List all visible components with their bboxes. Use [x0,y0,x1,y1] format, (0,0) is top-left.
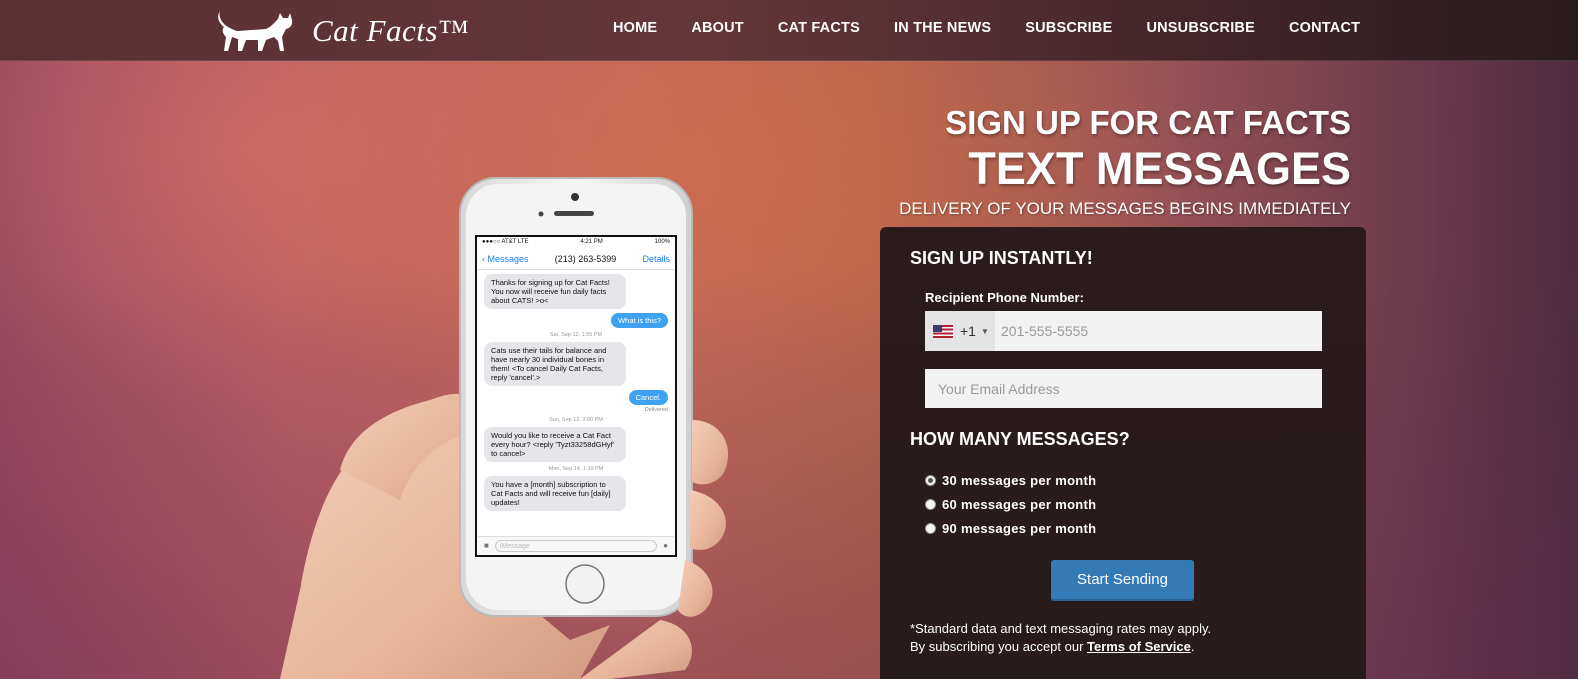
option-label: 90 messages per month [942,521,1097,536]
caret-down-icon: ▼ [980,326,989,336]
carrier-label: ●●●○○ AT&T LTE [482,239,529,245]
signup-panel: SIGN UP INSTANTLY! Recipient Phone Numbe… [880,227,1366,679]
disclaimer-suffix: . [1190,639,1195,654]
country-code: +1 [960,323,976,339]
clock-label: 4:21 PM [580,239,603,245]
imessage-input[interactable]: iMessage [494,539,658,552]
hand-holding-phone-image: ●●●○○ AT&T LTE 4:21 PM 100% ‹ Messages (… [280,170,760,679]
message-text: Cats use their tails for balance and hav… [484,342,626,386]
radio-button[interactable] [925,499,936,510]
nav-in-the-news[interactable]: IN THE NEWS [894,20,991,36]
camera-icon[interactable]: ■ [484,541,489,550]
phone-field: +1 ▼ [925,311,1322,351]
message-out: Cancel. [484,390,668,405]
option-60-messages[interactable]: 60 messages per month [925,497,1096,512]
email-input[interactable] [925,369,1322,408]
us-flag-icon [933,324,953,338]
top-navigation-bar: Cat Facts™ HOME ABOUT CAT FACTS IN THE N… [0,0,1578,61]
message-composer: ■ iMessage ● [478,536,674,554]
option-label: 60 messages per month [942,497,1097,512]
message-text: Sun, Sep 13, 2:00 PM [549,417,603,423]
brand-name: Cat Facts™ [312,13,469,48]
nav-subscribe[interactable]: SUBSCRIBE [1025,20,1112,36]
message-text: Delivered [644,407,668,413]
phone-label: Recipient Phone Number: [925,290,1084,305]
message-status: Delivered [484,407,668,413]
cat-silhouette-icon [218,11,293,51]
message-in: Thanks for signing up for Cat Facts! You… [484,274,668,309]
message-text: Thanks for signing up for Cat Facts! You… [484,274,626,309]
site-logo[interactable]: Cat Facts™ [216,6,469,56]
details-link[interactable]: Details [642,254,670,264]
messages-header: ‹ Messages (213) 263-5399 Details [478,248,674,270]
message-thread: Thanks for signing up for Cat Facts! You… [478,270,674,538]
nav-about[interactable]: ABOUT [691,20,744,36]
phone-number-input[interactable] [995,311,1315,351]
status-bar: ●●●○○ AT&T LTE 4:21 PM 100% [478,238,674,248]
radio-button[interactable] [925,523,936,534]
message-stamp: Sun, Sep 13, 2:00 PM [484,417,668,423]
phone-screen: ●●●○○ AT&T LTE 4:21 PM 100% ‹ Messages (… [478,238,674,554]
hero-heading-line2: TEXT MESSAGES [968,143,1351,194]
message-text: Cancel. [628,390,668,405]
nav-home[interactable]: HOME [613,20,657,36]
message-text: Sat, Sep 12, 1:55 PM [549,332,603,338]
message-text: What is this? [611,313,668,328]
battery-label: 100% [654,239,670,245]
option-90-messages[interactable]: 90 messages per month [925,521,1096,536]
main-nav: HOME ABOUT CAT FACTS IN THE NEWS SUBSCRI… [613,20,1394,36]
nav-cat-facts[interactable]: CAT FACTS [778,20,860,36]
hero-heading-line1: SIGN UP FOR CAT FACTS [945,104,1351,141]
terms-of-service-link[interactable]: Terms of Service [1087,639,1191,654]
nav-contact[interactable]: CONTACT [1289,20,1360,36]
country-code-dropdown[interactable]: +1 ▼ [925,311,995,351]
message-stamp: Sat, Sep 12, 1:55 PM [484,332,668,338]
message-text: Mon, Sep 14, 1:10 PM [548,466,604,472]
disclaimer-line1: *Standard data and text messaging rates … [910,621,1212,636]
hero-tagline: DELIVERY OF YOUR MESSAGES BEGINS IMMEDIA… [899,199,1351,218]
disclaimer-line2: By subscribing you accept our Terms of S… [910,638,1211,656]
messages-back-link[interactable]: ‹ Messages [482,254,529,264]
messages-heading: HOW MANY MESSAGES? [910,429,1130,449]
disclaimer-prefix: By subscribing you accept our [910,639,1088,654]
signup-heading: SIGN UP INSTANTLY! [910,248,1093,268]
message-text: Would you like to receive a Cat Fact eve… [484,427,626,462]
message-in: Cats use their tails for balance and hav… [484,342,668,386]
message-out: What is this? [484,313,668,328]
contact-number: (213) 263-5399 [554,253,617,264]
disclaimer: *Standard data and text messaging rates … [910,620,1211,656]
microphone-icon[interactable]: ● [663,541,668,550]
message-in: You have a [month] subscription to Cat F… [484,476,668,511]
option-30-messages[interactable]: 30 messages per month [925,473,1096,488]
message-text: You have a [month] subscription to Cat F… [484,476,626,511]
nav-unsubscribe[interactable]: UNSUBSCRIBE [1146,20,1255,36]
messages-back-label: Messages [487,253,529,264]
message-stamp: Mon, Sep 14, 1:10 PM [484,466,668,472]
option-label: 30 messages per month [942,473,1097,488]
start-sending-button[interactable]: Start Sending [1051,560,1194,601]
message-in: Would you like to receive a Cat Fact eve… [484,427,668,462]
radio-button-checked[interactable] [925,475,936,486]
